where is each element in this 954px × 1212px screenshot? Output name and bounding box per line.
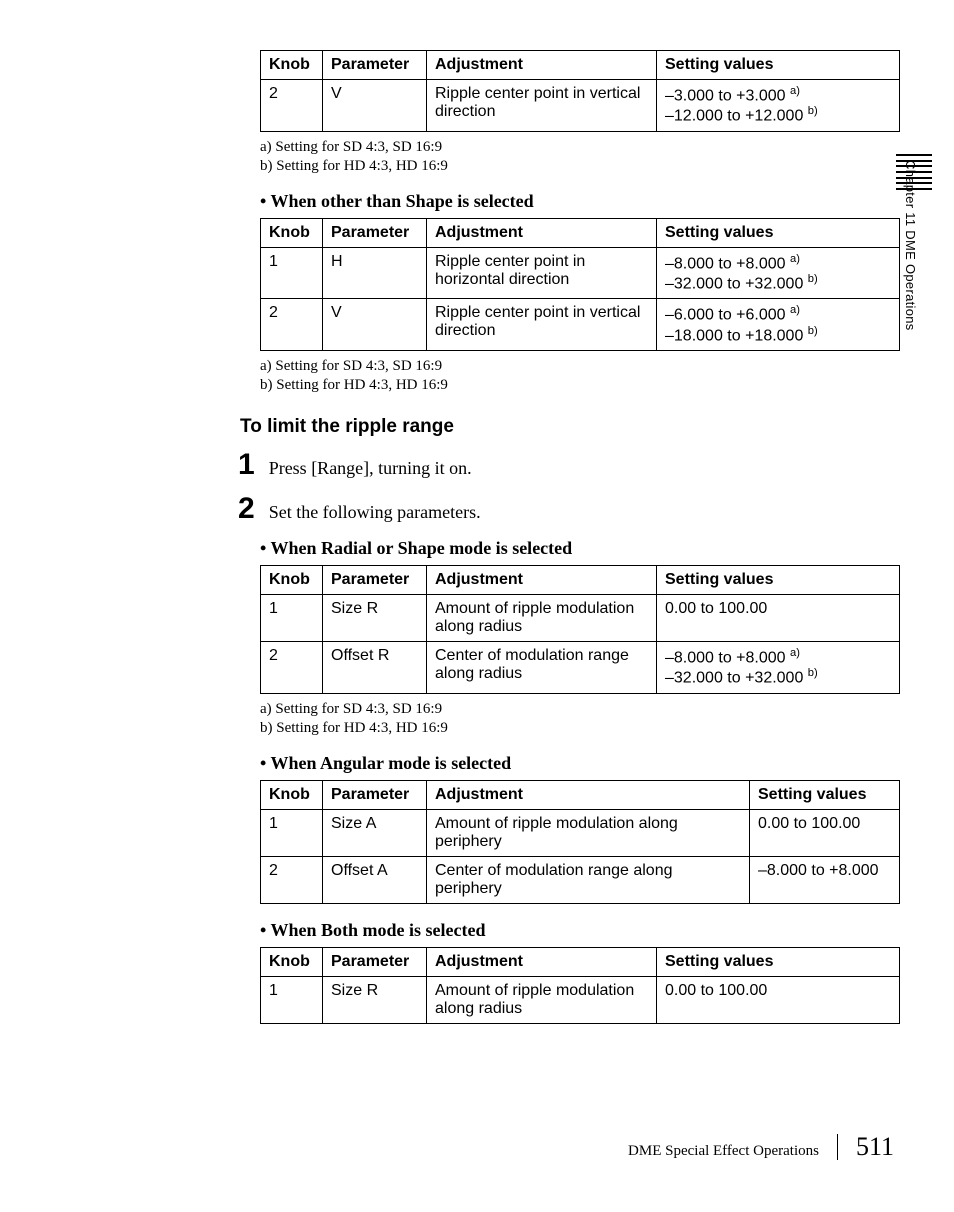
th-setting-values: Setting values [657, 565, 900, 594]
cell-adjustment: Center of modulation range along radius [427, 641, 657, 693]
table-row: 1 Size R Amount of ripple modulation alo… [261, 976, 900, 1023]
th-adjustment: Adjustment [427, 565, 657, 594]
footnotes-block: a) Setting for SD 4:3, SD 16:9 b) Settin… [260, 138, 894, 177]
th-parameter: Parameter [323, 947, 427, 976]
cell-adjustment: Amount of ripple modulation along periph… [427, 809, 750, 856]
cell-adjustment: Ripple center point in vertical directio… [427, 80, 657, 132]
page-footer: DME Special Effect Operations 511 [628, 1132, 894, 1162]
cell-setting-values: 0.00 to 100.00 [657, 594, 900, 641]
th-parameter: Parameter [323, 780, 427, 809]
cell-param: Size R [323, 976, 427, 1023]
step-number: 2 [238, 494, 255, 524]
th-adjustment: Adjustment [427, 947, 657, 976]
cell-param: H [323, 247, 427, 299]
cell-setting-values: 0.00 to 100.00 [657, 976, 900, 1023]
chapter-side-label: Chapter 11 DME Operations [903, 160, 918, 331]
th-knob: Knob [261, 947, 323, 976]
cell-setting-values: –3.000 to +3.000 a) –12.000 to +12.000 b… [657, 80, 900, 132]
th-adjustment: Adjustment [427, 780, 750, 809]
th-adjustment: Adjustment [427, 218, 657, 247]
footnote-a: a) Setting for SD 4:3, SD 16:9 [260, 700, 894, 720]
cell-knob: 2 [261, 80, 323, 132]
th-parameter: Parameter [323, 51, 427, 80]
th-knob: Knob [261, 565, 323, 594]
footnote-b: b) Setting for HD 4:3, HD 16:9 [260, 376, 894, 396]
cell-adjustment: Amount of ripple modulation along radius [427, 594, 657, 641]
cell-param: Offset A [323, 856, 427, 903]
cell-param: V [323, 299, 427, 351]
th-parameter: Parameter [323, 218, 427, 247]
parameter-table-4: Knob Parameter Adjustment Setting values… [260, 780, 900, 904]
cell-param: Size R [323, 594, 427, 641]
step-text: Set the following parameters. [269, 502, 481, 523]
heading-radial-shape: When Radial or Shape mode is selected [260, 538, 894, 559]
cell-knob: 1 [261, 976, 323, 1023]
cell-knob: 1 [261, 594, 323, 641]
heading-both: When Both mode is selected [260, 920, 894, 941]
cell-setting-values: 0.00 to 100.00 [750, 809, 900, 856]
cell-setting-values: –8.000 to +8.000 [750, 856, 900, 903]
section-limit-ripple: To limit the ripple range [240, 416, 894, 438]
table-row: 2 Offset R Center of modulation range al… [261, 641, 900, 693]
footnotes-block: a) Setting for SD 4:3, SD 16:9 b) Settin… [260, 700, 894, 739]
table-row: 1 Size A Amount of ripple modulation alo… [261, 809, 900, 856]
step-number: 1 [238, 450, 255, 480]
table-row: 1 Size R Amount of ripple modulation alo… [261, 594, 900, 641]
cell-setting-values: –8.000 to +8.000 a) –32.000 to +32.000 b… [657, 641, 900, 693]
footnote-b: b) Setting for HD 4:3, HD 16:9 [260, 719, 894, 739]
step-text: Press [Range], turning it on. [269, 458, 472, 479]
heading-angular: When Angular mode is selected [260, 753, 894, 774]
parameter-table-2: Knob Parameter Adjustment Setting values… [260, 218, 900, 351]
th-setting-values: Setting values [657, 218, 900, 247]
cell-param: V [323, 80, 427, 132]
parameter-table-5: Knob Parameter Adjustment Setting values… [260, 947, 900, 1024]
heading-other-than-shape: When other than Shape is selected [260, 191, 894, 212]
footnote-a: a) Setting for SD 4:3, SD 16:9 [260, 138, 894, 158]
step-2: 2 Set the following parameters. [238, 494, 894, 524]
footer-section-title: DME Special Effect Operations [628, 1143, 819, 1160]
table-row: 2 V Ripple center point in vertical dire… [261, 80, 900, 132]
table-row: 2 Offset A Center of modulation range al… [261, 856, 900, 903]
cell-knob: 2 [261, 299, 323, 351]
th-setting-values: Setting values [657, 51, 900, 80]
table-row: 2 V Ripple center point in vertical dire… [261, 299, 900, 351]
parameter-table-3: Knob Parameter Adjustment Setting values… [260, 565, 900, 694]
cell-setting-values: –8.000 to +8.000 a) –32.000 to +32.000 b… [657, 247, 900, 299]
cell-knob: 2 [261, 856, 323, 903]
th-knob: Knob [261, 218, 323, 247]
th-setting-values: Setting values [750, 780, 900, 809]
cell-param: Size A [323, 809, 427, 856]
footer-divider [837, 1134, 838, 1160]
cell-knob: 1 [261, 809, 323, 856]
table-row: 1 H Ripple center point in horizontal di… [261, 247, 900, 299]
th-setting-values: Setting values [657, 947, 900, 976]
th-knob: Knob [261, 780, 323, 809]
th-adjustment: Adjustment [427, 51, 657, 80]
cell-adjustment: Ripple center point in horizontal direct… [427, 247, 657, 299]
step-1: 1 Press [Range], turning it on. [238, 450, 894, 480]
footnote-a: a) Setting for SD 4:3, SD 16:9 [260, 357, 894, 377]
cell-setting-values: –6.000 to +6.000 a) –18.000 to +18.000 b… [657, 299, 900, 351]
cell-adjustment: Ripple center point in vertical directio… [427, 299, 657, 351]
th-knob: Knob [261, 51, 323, 80]
cell-param: Offset R [323, 641, 427, 693]
cell-knob: 2 [261, 641, 323, 693]
cell-adjustment: Center of modulation range along periphe… [427, 856, 750, 903]
footnote-b: b) Setting for HD 4:3, HD 16:9 [260, 157, 894, 177]
th-parameter: Parameter [323, 565, 427, 594]
footer-page-number: 511 [856, 1132, 894, 1162]
cell-knob: 1 [261, 247, 323, 299]
footnotes-block: a) Setting for SD 4:3, SD 16:9 b) Settin… [260, 357, 894, 396]
parameter-table-1: Knob Parameter Adjustment Setting values… [260, 50, 900, 132]
cell-adjustment: Amount of ripple modulation along radius [427, 976, 657, 1023]
